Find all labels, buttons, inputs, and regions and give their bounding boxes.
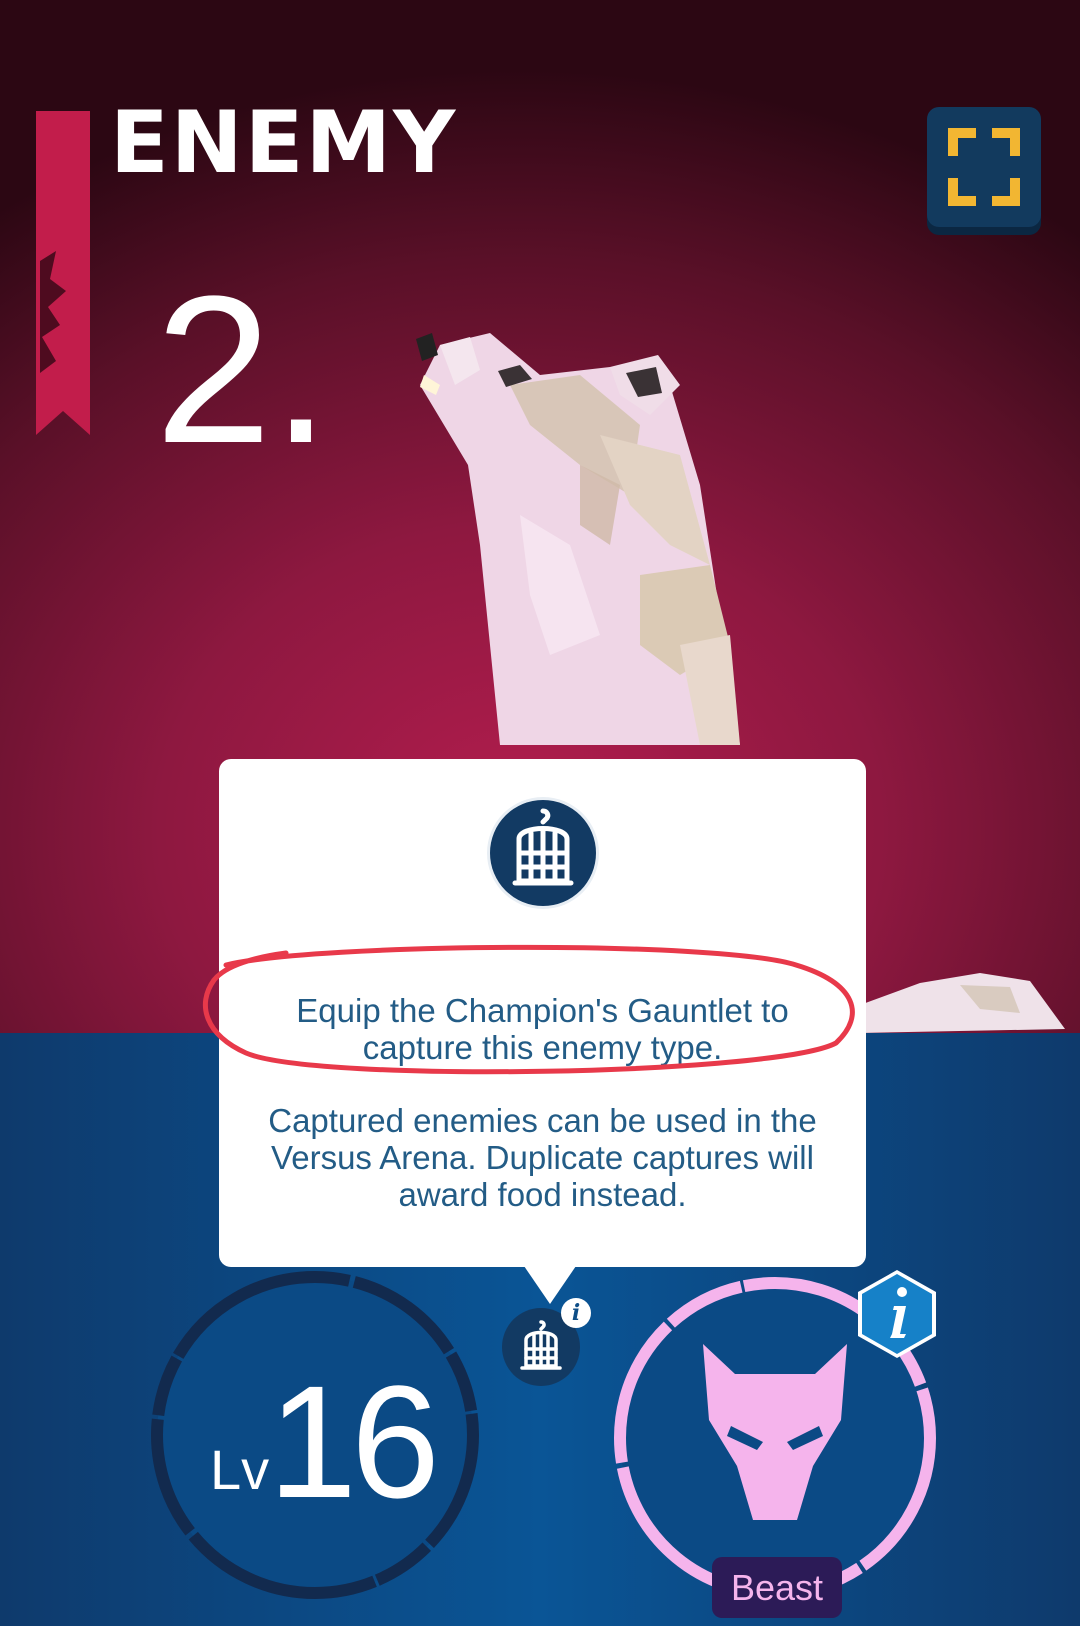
side-banner	[36, 111, 90, 435]
wolf-model	[416, 333, 740, 745]
enemy-rank: 2.	[155, 252, 331, 487]
wolf-tail	[860, 973, 1065, 1033]
type-info-button[interactable]	[856, 1268, 938, 1360]
enemy-title: ENEMY	[110, 93, 458, 193]
popup-pointer	[524, 1266, 576, 1304]
capture-description-text: Captured enemies can be used in the Vers…	[268, 1102, 817, 1213]
enemy-type-badge: Beast	[712, 1557, 842, 1618]
birdcage-icon	[487, 797, 599, 909]
level-prefix: Lv	[210, 1438, 270, 1501]
fullscreen-button[interactable]	[927, 107, 1041, 227]
fullscreen-corners-icon	[948, 128, 1020, 206]
info-icon[interactable]: i	[561, 1298, 591, 1328]
highlight-annotation	[203, 944, 855, 1075]
level-value: 16	[268, 1352, 440, 1531]
